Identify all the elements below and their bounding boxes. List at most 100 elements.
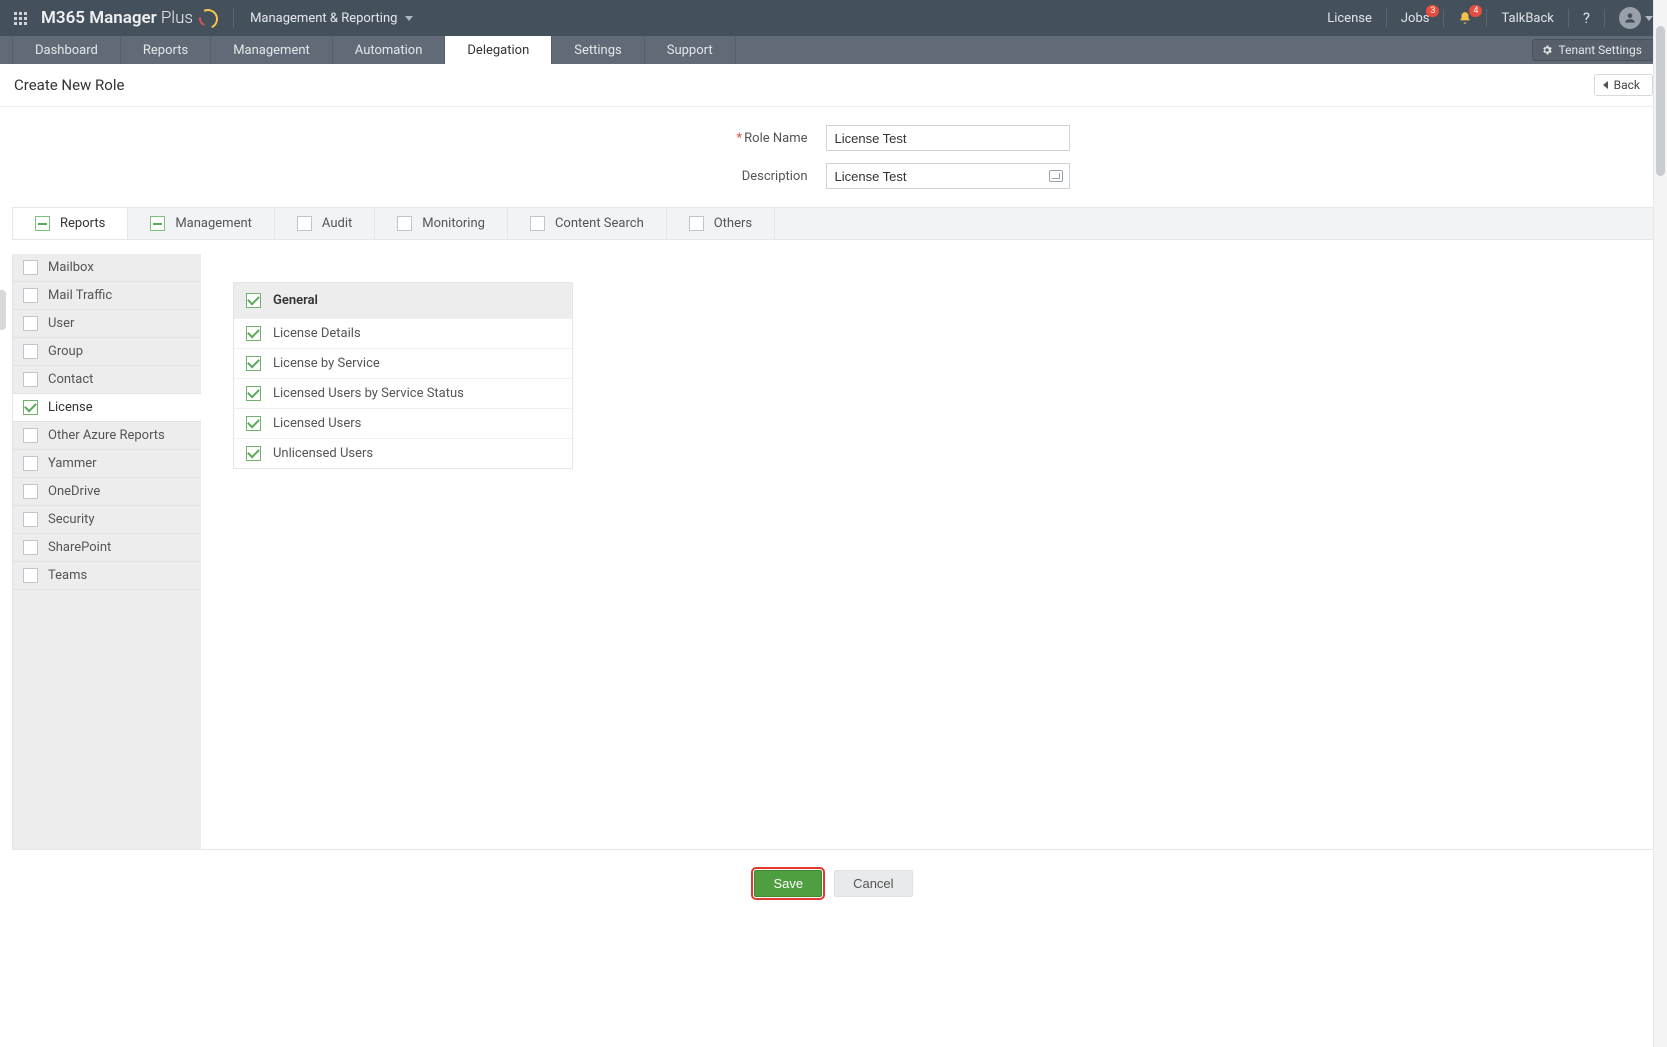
back-button[interactable]: Back xyxy=(1594,74,1653,96)
permission-list: General License Details License by Service… xyxy=(233,282,573,469)
checkbox[interactable] xyxy=(397,216,412,231)
checkbox[interactable] xyxy=(23,456,38,471)
category-tab-others[interactable]: Others xyxy=(667,208,775,239)
side-item-mail-traffic[interactable]: Mail Traffic xyxy=(13,282,201,310)
scroll-thumb[interactable] xyxy=(1656,26,1665,176)
brand-main: M365 Manager xyxy=(41,8,157,28)
category-tab-label: Management xyxy=(175,216,252,231)
detail-area: General License Details License by Service… xyxy=(201,254,1654,849)
role-name-label: *Role Name xyxy=(598,131,808,146)
avatar-icon xyxy=(1619,7,1641,29)
category-tab-audit[interactable]: Audit xyxy=(275,208,375,239)
user-menu[interactable] xyxy=(1619,7,1653,29)
category-tab-monitoring[interactable]: Monitoring xyxy=(375,208,508,239)
side-item-sharepoint[interactable]: SharePoint xyxy=(13,534,201,562)
side-item-security[interactable]: Security xyxy=(13,506,201,534)
expand-icon[interactable] xyxy=(1049,170,1063,182)
collapse-handle[interactable] xyxy=(0,290,6,330)
header-right: License Jobs 3 4 TalkBack ? xyxy=(1327,7,1653,29)
category-tab-content-search[interactable]: Content Search xyxy=(508,208,667,239)
checkbox[interactable] xyxy=(246,416,261,431)
side-item-other-azure-reports[interactable]: Other Azure Reports xyxy=(13,422,201,450)
checkbox[interactable] xyxy=(23,568,38,583)
checkbox[interactable] xyxy=(23,512,38,527)
chevron-down-icon xyxy=(1645,16,1653,21)
brand-suffix: Plus xyxy=(161,8,193,28)
checkbox[interactable] xyxy=(246,386,261,401)
permission-row[interactable]: License by Service xyxy=(234,349,572,379)
checkbox[interactable] xyxy=(23,540,38,555)
checkbox[interactable] xyxy=(530,216,545,231)
checkbox[interactable] xyxy=(297,216,312,231)
permission-group-label: General xyxy=(273,293,318,308)
role-name-input[interactable] xyxy=(826,125,1070,151)
category-tab-reports[interactable]: Reports xyxy=(13,208,128,239)
module-picker[interactable]: Management & Reporting xyxy=(250,11,413,26)
side-item-license[interactable]: License xyxy=(13,394,201,422)
side-item-label: Yammer xyxy=(48,456,97,471)
category-tab-management[interactable]: Management xyxy=(128,208,275,239)
module-label: Management & Reporting xyxy=(250,11,397,26)
nav-tab-delegation[interactable]: Delegation xyxy=(445,36,552,64)
checkbox[interactable] xyxy=(246,326,261,341)
permission-row[interactable]: Licensed Users by Service Status xyxy=(234,379,572,409)
checkbox[interactable] xyxy=(246,446,261,461)
side-item-contact[interactable]: Contact xyxy=(13,366,201,394)
permission-row[interactable]: Licensed Users xyxy=(234,409,572,439)
permission-row[interactable]: Unlicensed Users xyxy=(234,439,572,468)
cancel-button[interactable]: Cancel xyxy=(834,870,912,897)
category-tab-label: Reports xyxy=(60,216,105,231)
nav-tab-management[interactable]: Management xyxy=(211,36,333,64)
talkback-link[interactable]: TalkBack xyxy=(1501,11,1553,26)
bell-icon[interactable]: 4 xyxy=(1458,11,1472,25)
tenant-settings-button[interactable]: Tenant Settings xyxy=(1532,39,1655,61)
checkbox[interactable] xyxy=(23,372,38,387)
scrollbar[interactable] xyxy=(1653,0,1667,1047)
license-link[interactable]: License xyxy=(1327,11,1372,26)
side-item-label: License xyxy=(48,400,93,415)
permission-group-header[interactable]: General xyxy=(234,283,572,319)
checkbox[interactable] xyxy=(246,356,261,371)
save-button[interactable]: Save xyxy=(754,870,822,897)
checkbox[interactable] xyxy=(689,216,704,231)
nav-tab-automation[interactable]: Automation xyxy=(333,36,446,64)
page-titlebar: Create New Role Back xyxy=(0,64,1667,107)
nav-tab-settings[interactable]: Settings xyxy=(552,36,644,64)
side-item-label: Teams xyxy=(48,568,87,583)
category-tab-label: Content Search xyxy=(555,216,644,231)
divider xyxy=(1568,9,1569,27)
side-item-yammer[interactable]: Yammer xyxy=(13,450,201,478)
permissions-panel: Reports Management Audit Monitoring Content … xyxy=(12,207,1655,850)
chevron-down-icon xyxy=(405,16,413,21)
checkbox[interactable] xyxy=(23,484,38,499)
side-item-label: Security xyxy=(48,512,95,527)
checkbox[interactable] xyxy=(23,428,38,443)
side-item-onedrive[interactable]: OneDrive xyxy=(13,478,201,506)
side-item-teams[interactable]: Teams xyxy=(13,562,201,590)
side-item-group[interactable]: Group xyxy=(13,338,201,366)
checkbox[interactable] xyxy=(23,260,38,275)
checkbox[interactable] xyxy=(23,400,38,415)
checkbox[interactable] xyxy=(23,316,38,331)
form-area: *Role Name Description xyxy=(0,107,1667,207)
permission-label: License Details xyxy=(273,326,361,341)
checkbox[interactable] xyxy=(35,216,50,231)
checkbox[interactable] xyxy=(23,344,38,359)
checkbox[interactable] xyxy=(150,216,165,231)
divider xyxy=(233,8,234,28)
side-item-label: Mail Traffic xyxy=(48,288,112,303)
side-item-user[interactable]: User xyxy=(13,310,201,338)
permission-row[interactable]: License Details xyxy=(234,319,572,349)
apps-grid-icon[interactable] xyxy=(14,12,27,25)
checkbox[interactable] xyxy=(23,288,38,303)
nav-tab-support[interactable]: Support xyxy=(645,36,736,64)
jobs-link[interactable]: Jobs 3 xyxy=(1401,11,1430,26)
nav-tab-dashboard[interactable]: Dashboard xyxy=(12,36,121,64)
side-item-mailbox[interactable]: Mailbox xyxy=(13,254,201,282)
description-input[interactable] xyxy=(835,164,1045,188)
help-icon[interactable]: ? xyxy=(1583,9,1590,27)
checkbox[interactable] xyxy=(246,293,261,308)
category-tab-label: Audit xyxy=(322,216,352,231)
nav-tab-reports[interactable]: Reports xyxy=(121,36,211,64)
back-label: Back xyxy=(1614,78,1640,92)
